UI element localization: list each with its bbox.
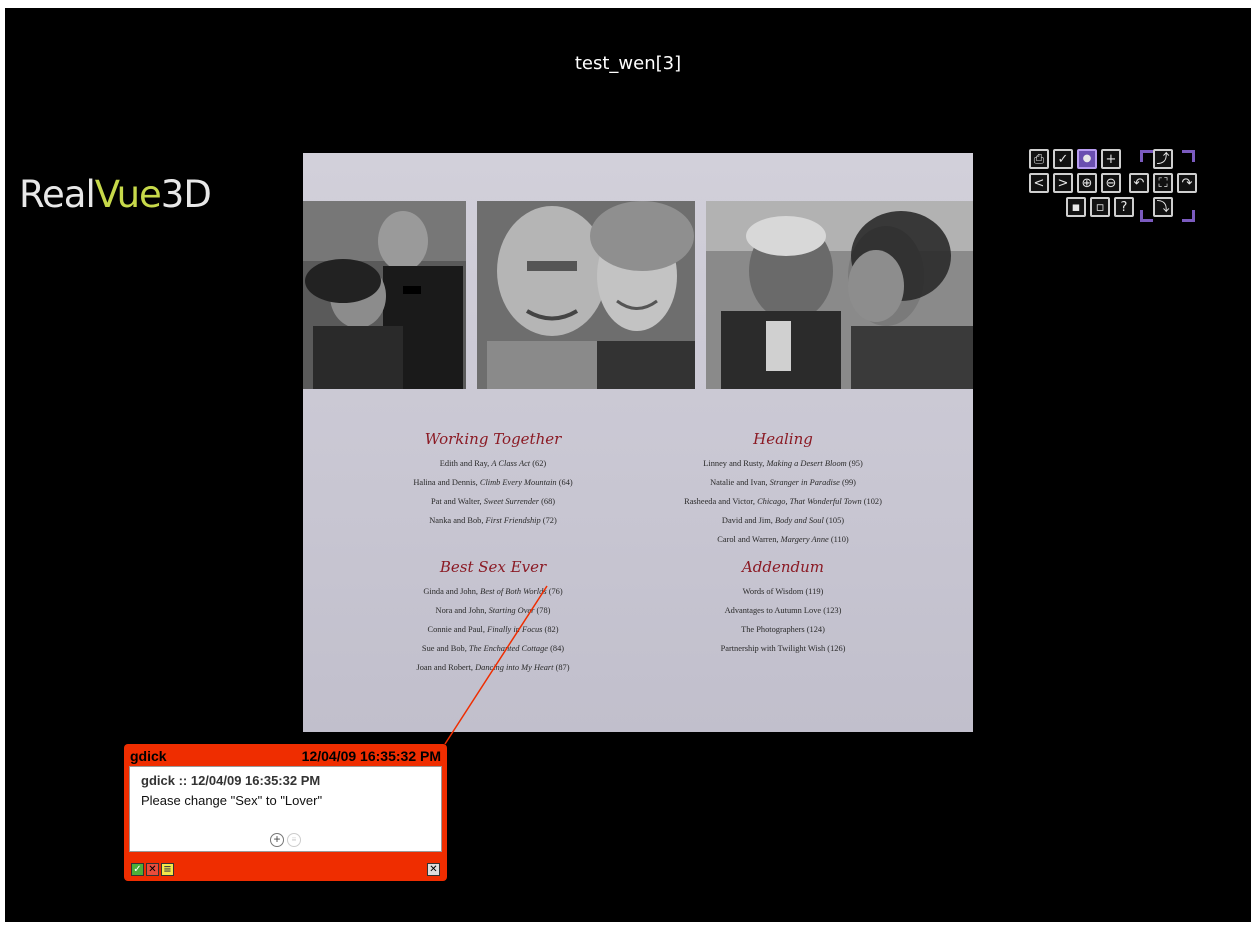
rotate-up-button[interactable]: ⤴ <box>1153 149 1173 169</box>
toc-entry: Rasheeda and Victor, Chicago, That Wonde… <box>684 497 882 506</box>
logo-text-real: Real <box>19 173 96 216</box>
add-reply-icon[interactable]: + <box>270 833 284 847</box>
toc-section-addendum: Addendum Words of Wisdom (119) Advantage… <box>663 558 903 658</box>
toc-section-working-together: Working Together Edith and Ray, A Class … <box>383 430 603 530</box>
note-header[interactable]: gdick 12/04/09 16:35:32 PM <box>130 746 441 766</box>
fit-screen-button[interactable]: ⛶ <box>1153 173 1173 193</box>
zoom-out-button[interactable]: ⊖ <box>1101 173 1121 193</box>
chevron-left-icon: < <box>1033 175 1045 191</box>
rotate-down-button[interactable]: ⤵ <box>1153 197 1173 217</box>
viewer-stage: test_wen[3] RealVue3D Working Together E… <box>5 8 1251 922</box>
toc-section-healing: Healing Linney and Rusty, Making a Deser… <box>663 430 903 549</box>
comment-button[interactable]: ● <box>1077 149 1097 169</box>
x-icon: ✕ <box>148 864 157 875</box>
fullscreen-icon: ⛶ <box>1158 175 1168 191</box>
annotation-note[interactable]: gdick 12/04/09 16:35:32 PM gdick :: 12/0… <box>124 744 447 881</box>
comment-meta: gdick :: 12/04/09 16:35:32 PM <box>141 773 321 788</box>
toc-entry: David and Jim, Body and Soul (105) <box>721 516 845 525</box>
couple-photo-2 <box>477 201 695 389</box>
check-icon: ✓ <box>133 864 142 875</box>
zoom-out-icon: ⊖ <box>1105 175 1117 191</box>
document-page[interactable]: Working Together Edith and Ray, A Class … <box>303 153 973 732</box>
note-author: gdick <box>130 748 167 764</box>
toc-section-best-sex-ever: Best Sex Ever Ginda and John, Best of Bo… <box>383 558 603 677</box>
next-page-button[interactable]: > <box>1053 173 1073 193</box>
zoom-in-icon: ⊕ <box>1081 175 1093 191</box>
realvue3d-logo: RealVue3D <box>19 173 212 216</box>
speech-bubble-plus-icon: + <box>1105 151 1117 167</box>
rotate-down-icon: ⤵ <box>1156 199 1170 215</box>
toc-entry: Halina and Dennis, Climb Every Mountain … <box>413 478 573 487</box>
checkmark-icon: ✓ <box>1057 151 1069 167</box>
toc-entry: Ginda and John, Best of Both Worlds (76) <box>423 587 563 596</box>
toc-heading: Working Together <box>424 430 562 448</box>
rotate-bracket-bottom-right <box>1182 210 1195 222</box>
rotate-bracket-bottom-left <box>1140 210 1153 222</box>
rotate-bracket-top-right <box>1182 150 1195 162</box>
toc-entry: Partnership with Twilight Wish (126) <box>720 644 846 653</box>
layout-button[interactable]: ▫ <box>1090 197 1110 217</box>
close-icon: ✕ <box>429 864 438 875</box>
toc-entry: Edith and Ray, A Class Act (62) <box>439 459 547 468</box>
memo-button[interactable]: ≡ <box>161 863 174 876</box>
thumbnails-button[interactable]: ▪ <box>1066 197 1086 217</box>
toc-entry: Words of Wisdom (119) <box>742 587 824 596</box>
help-icon: ? <box>1120 199 1128 215</box>
toc-entry: Joan and Robert, Dancing into My Heart (… <box>416 663 570 672</box>
document-title: test_wen[3] <box>574 53 682 74</box>
logo-text-vue: Vue <box>94 173 162 216</box>
speech-bubble-icon: ● <box>1082 153 1092 164</box>
rotate-left-icon: ↶ <box>1133 175 1145 191</box>
help-button[interactable]: ? <box>1114 197 1134 217</box>
printer-icon: ⎙ <box>1033 151 1045 167</box>
toc-entry: Advantages to Autumn Love (123) <box>724 606 842 615</box>
prev-page-button[interactable]: < <box>1029 173 1049 193</box>
approve-note-button[interactable]: ✓ <box>131 863 144 876</box>
list-icon[interactable]: ≡ <box>287 833 301 847</box>
chevron-right-icon: > <box>1057 175 1069 191</box>
rotate-left-button[interactable]: ↶ <box>1129 173 1149 193</box>
couple-photo-1 <box>303 201 466 389</box>
memo-icon: ≡ <box>163 864 172 875</box>
rotate-up-icon: ⤴ <box>1156 151 1170 167</box>
toc-entry: The Photographers (124) <box>741 625 825 634</box>
rotate-bracket-top-left <box>1140 150 1153 162</box>
add-comment-button[interactable]: + <box>1101 149 1121 169</box>
toc-heading: Addendum <box>741 558 825 576</box>
toc-entry: Nora and John, Starting Over (78) <box>435 606 551 615</box>
zoom-in-button[interactable]: ⊕ <box>1077 173 1097 193</box>
toc-entry: Pat and Walter, Sweet Surrender (68) <box>430 497 556 506</box>
approve-button[interactable]: ✓ <box>1053 149 1073 169</box>
comment-text: Please change "Sex" to "Lover" <box>141 793 323 808</box>
toc-heading: Healing <box>753 430 813 448</box>
note-actions: + ≡ <box>130 833 441 847</box>
toc-entry: Connie and Paul, Finally in Focus (82) <box>427 625 559 634</box>
close-note-button[interactable]: ✕ <box>427 863 440 876</box>
rotate-right-button[interactable]: ↷ <box>1177 173 1197 193</box>
print-button[interactable]: ⎙ <box>1029 149 1049 169</box>
toc-entry: Nanka and Bob, First Friendship (72) <box>429 516 557 525</box>
thumbnails-icon: ▪ <box>1071 199 1081 215</box>
toc-entry: Carol and Warren, Margery Anne (110) <box>717 535 849 544</box>
couple-photo-3 <box>706 201 973 389</box>
toc-entry: Sue and Bob, The Enchanted Cottage (84) <box>421 644 565 653</box>
toc-entry: Natalie and Ivan, Stranger in Paradise (… <box>710 478 856 487</box>
reject-note-button[interactable]: ✕ <box>146 863 159 876</box>
layout-icon: ▫ <box>1095 199 1105 215</box>
viewer-toolbar: ⎙ ✓ ● + < > ⊕ ⊖ ▪ ▫ ? ⤴ ↶ ⛶ ↷ ⤵ <box>1029 149 1239 241</box>
rotate-right-icon: ↷ <box>1181 175 1193 191</box>
toc-entry: Linney and Rusty, Making a Desert Bloom … <box>703 459 863 468</box>
toc-heading: Best Sex Ever <box>439 558 547 576</box>
note-timestamp: 12/04/09 16:35:32 PM <box>301 748 441 764</box>
logo-text-3d: 3D <box>160 173 212 216</box>
note-footer: ✓ ✕ ≡ ✕ <box>131 863 440 877</box>
note-body: gdick :: 12/04/09 16:35:32 PM Please cha… <box>129 766 442 852</box>
